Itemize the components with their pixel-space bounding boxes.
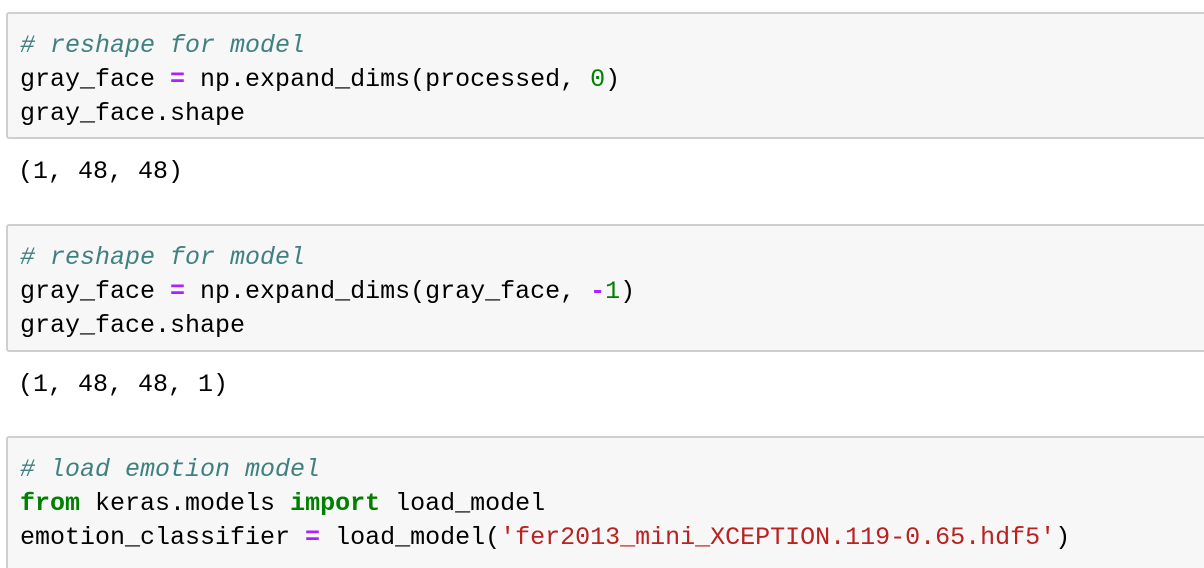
code-line: # reshape for model (20, 241, 1204, 275)
code-text: np.expand_dims(processed, (185, 65, 591, 94)
code-cell-3[interactable]: # load emotion model from keras.models im… (6, 436, 1204, 568)
code-comment: # reshape for model (20, 31, 306, 60)
keyword-import: import (290, 489, 381, 518)
assignment-operator: = (170, 277, 186, 306)
code-text: load_model (380, 489, 546, 518)
number-literal: 1 (605, 277, 621, 306)
code-line: gray_face.shape (20, 97, 1204, 131)
code-text: gray_face.shape (20, 311, 246, 340)
code-editor-3[interactable]: # load emotion model from keras.models im… (8, 438, 1204, 555)
code-editor-2[interactable]: # reshape for model gray_face = np.expand… (8, 226, 1204, 343)
assignment-operator: = (305, 523, 321, 552)
code-line: # reshape for model (20, 29, 1204, 63)
code-line: gray_face = np.expand_dims(processed, 0) (20, 63, 1204, 97)
code-comment: # load emotion model (20, 455, 321, 484)
code-editor-1[interactable]: # reshape for model gray_face = np.expand… (8, 14, 1204, 131)
code-text: np.expand_dims(gray_face, (185, 277, 591, 306)
code-line: from keras.models import load_model (20, 487, 1204, 521)
string-literal: 'fer2013_mini_XCEPTION.119-0.65.hdf5' (500, 523, 1056, 552)
code-cell-2[interactable]: # reshape for model gray_face = np.expand… (6, 224, 1204, 352)
code-text: keras.models (80, 489, 291, 518)
code-text: gray_face.shape (20, 99, 246, 128)
code-text: ) (620, 277, 636, 306)
code-text: gray_face (20, 65, 171, 94)
cell-output-1: (1, 48, 48) (18, 157, 184, 186)
code-line: gray_face.shape (20, 309, 1204, 343)
code-text: ) (605, 65, 621, 94)
code-text: gray_face (20, 277, 171, 306)
cell-output-2: (1, 48, 48, 1) (18, 370, 229, 399)
assignment-operator: = (170, 65, 186, 94)
code-text: load_model( (320, 523, 501, 552)
code-text: emotion_classifier (20, 523, 306, 552)
code-text: ) (1055, 523, 1071, 552)
code-line: # load emotion model (20, 453, 1204, 487)
code-comment: # reshape for model (20, 243, 306, 272)
keyword-from: from (20, 489, 81, 518)
number-literal: 0 (590, 65, 606, 94)
code-line: gray_face = np.expand_dims(gray_face, -1… (20, 275, 1204, 309)
minus-operator: - (590, 277, 606, 306)
code-cell-1[interactable]: # reshape for model gray_face = np.expand… (6, 12, 1204, 139)
code-line: emotion_classifier = load_model('fer2013… (20, 521, 1204, 555)
